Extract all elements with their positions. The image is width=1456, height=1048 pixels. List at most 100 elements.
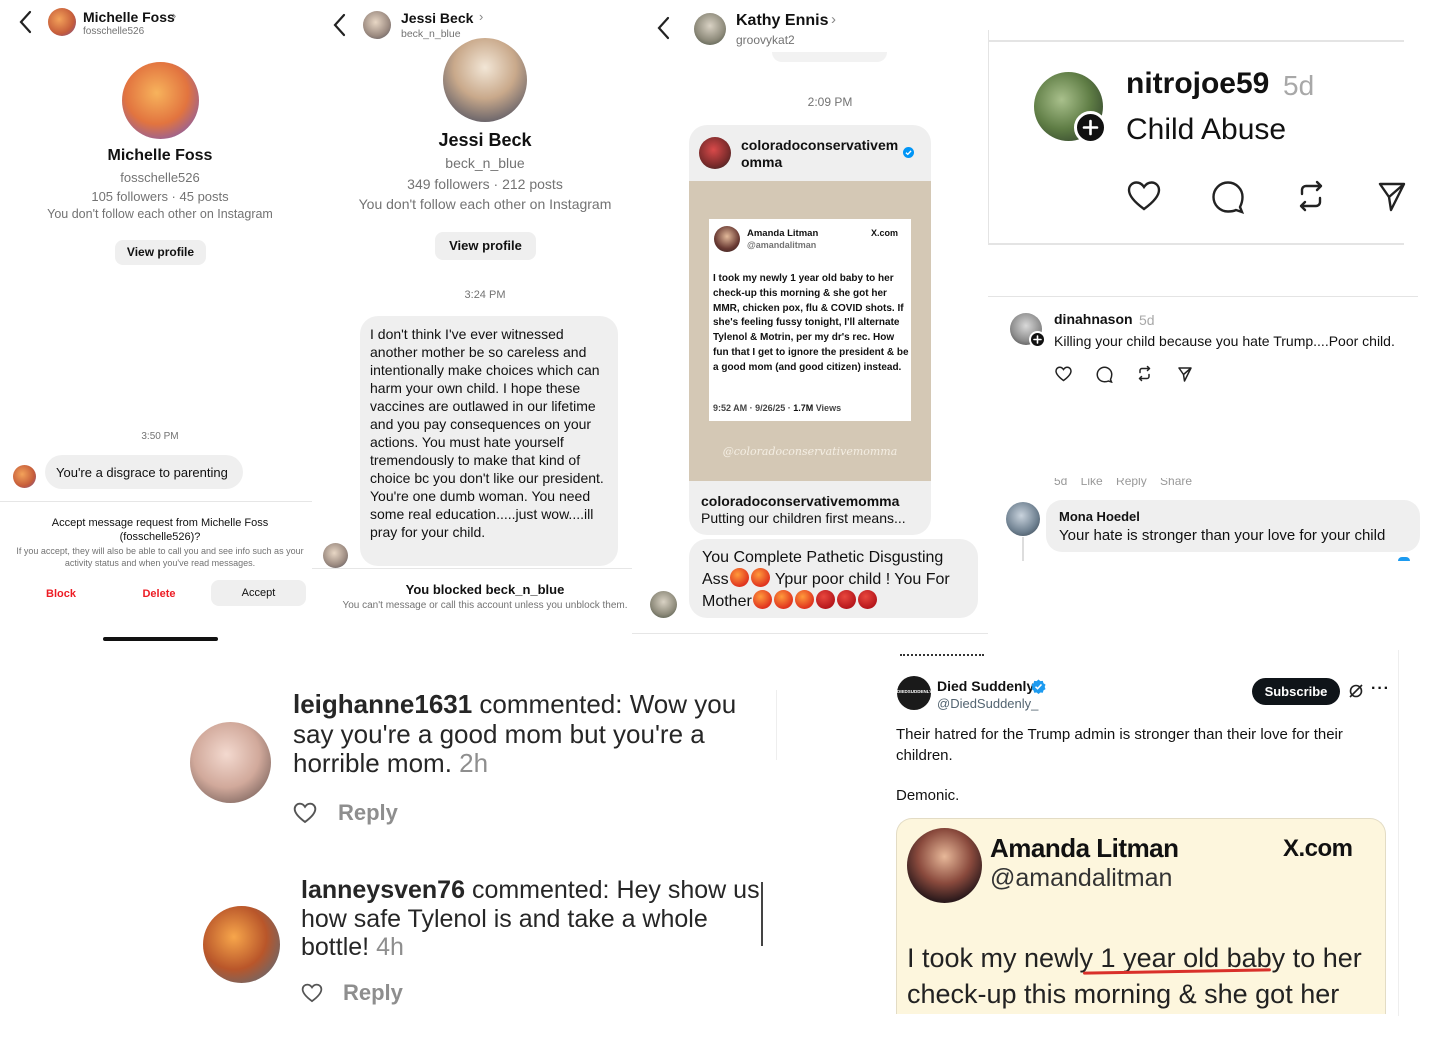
post-footer-caption: Putting our children first means... [701, 510, 906, 526]
message-time: 3:50 PM [141, 431, 179, 442]
back-chevron-icon[interactable] [18, 10, 32, 38]
comment-icon[interactable] [1211, 180, 1245, 214]
share-account-name: coloradoconservativemomma [741, 137, 899, 170]
previous-message-edge [772, 52, 887, 62]
reply-text: Killing your child because you hate Trum… [1054, 333, 1395, 349]
angry-emoji-icon [729, 568, 749, 587]
comment-icon[interactable] [1096, 366, 1113, 383]
verified-badge-icon [903, 147, 914, 158]
heart-icon[interactable] [1127, 180, 1161, 212]
devil-emoji-icon [857, 590, 877, 609]
bottom-border [988, 243, 1404, 245]
post-text: Their hatred for the Trump admin is stro… [896, 726, 1343, 764]
comment-text: leighanne1631 commented: Wow you say you… [293, 689, 763, 779]
subscribe-button[interactable]: Subscribe [1252, 678, 1340, 705]
share-icon[interactable] [1378, 180, 1406, 212]
divider [0, 501, 312, 502]
x-post-panel: DIEDSUDDENLY.COM Died Suddenly @DiedSudd… [880, 650, 1456, 1048]
message-time: 2:09 PM [807, 95, 853, 109]
reply-button[interactable]: Reply [343, 980, 403, 1006]
left-border [988, 30, 989, 244]
comment-time: 4h [376, 933, 404, 961]
mona-comment-bubble [1046, 500, 1420, 552]
heart-icon[interactable] [293, 802, 317, 824]
reply-text: You Complete Pathetic Disgusting Ass Ypu… [702, 548, 972, 612]
reply-username[interactable]: dinahnason [1054, 311, 1133, 327]
grok-icon[interactable] [1348, 683, 1364, 699]
comment-text: lanneysven76 commented: Hey show us how … [301, 876, 761, 962]
follow-note: You don't follow each other on Instagram [358, 196, 612, 212]
sender-avatar [650, 591, 677, 618]
account-name[interactable]: Died Suddenly [937, 678, 1034, 694]
mona-avatar[interactable] [1006, 502, 1040, 536]
more-icon[interactable]: ··· [1371, 680, 1390, 698]
header-name-chevron-icon: › [479, 9, 484, 24]
tweet-screenshot: Amanda Litman @amandalitman X.com I took… [709, 219, 911, 421]
delete-button[interactable]: Delete [120, 588, 198, 600]
embed-handle: @amandalitman [990, 864, 1173, 892]
post-age: 5d [1283, 70, 1315, 101]
sender-avatar [323, 543, 348, 568]
follow-note: You don't follow each other on Instagram [47, 207, 273, 221]
threads-panel: nitrojoe59 5d Child Abuse dinahnason 5d … [988, 0, 1456, 650]
view-profile-button[interactable]: View profile [435, 232, 536, 260]
header-name[interactable]: Kathy Ennis [736, 12, 828, 30]
block-button[interactable]: Block [22, 588, 100, 600]
profile-name: Michelle Foss [107, 147, 213, 164]
back-chevron-icon[interactable] [656, 16, 670, 44]
repost-icon[interactable] [1294, 179, 1328, 213]
heart-icon[interactable] [301, 983, 323, 1003]
post-footer-account: coloradoconservativemomma [701, 493, 900, 509]
dm-panel-jessi: Jessi Beck › beck_n_blue Jessi Beck beck… [312, 0, 632, 650]
dm-panel-kathy: Kathy Ennis › groovykat2 2:09 PM colorad… [632, 0, 988, 636]
reaction-edge [1398, 557, 1410, 561]
heart-icon[interactable] [1055, 366, 1072, 382]
header-name[interactable]: Michelle Foss [83, 9, 175, 25]
follow-plus-icon[interactable] [1029, 331, 1046, 348]
embed-author: Amanda Litman [990, 833, 1179, 863]
tweet-text: I took my newly 1 year old baby to her c… [713, 273, 909, 373]
embed-avatar [907, 828, 982, 903]
profile-avatar [122, 62, 199, 139]
header-avatar[interactable] [694, 13, 726, 45]
tweet-views-label: Views [813, 403, 842, 413]
request-info: If you accept, they will also be able to… [16, 546, 304, 568]
profile-username: beck_n_blue [445, 155, 525, 171]
mona-name[interactable]: Mona Hoedel [1059, 509, 1140, 524]
accept-button[interactable]: Accept [211, 580, 306, 606]
comments-panel: leighanne1631 commented: Wow you say you… [0, 650, 880, 1048]
edge-line [776, 690, 777, 760]
angry-emoji-icon [752, 590, 772, 609]
poster-username[interactable]: nitrojoe59 [1126, 67, 1269, 101]
commenter-avatar[interactable] [203, 906, 280, 983]
devil-emoji-icon [815, 590, 835, 609]
view-profile-button[interactable]: View profile [115, 240, 206, 265]
account-handle: @DiedSuddenly_ [937, 696, 1039, 711]
follow-plus-icon[interactable] [1074, 111, 1107, 144]
message-text: I don't think I've ever witnessed anothe… [370, 326, 604, 540]
top-border [988, 40, 1404, 42]
shared-post-card[interactable]: coloradoconservativemomma Amanda Litman … [689, 125, 931, 535]
back-chevron-icon[interactable] [332, 13, 346, 41]
header-name[interactable]: Jessi Beck [401, 10, 473, 26]
repost-icon[interactable] [1136, 365, 1153, 382]
comment-username[interactable]: leighanne1631 [293, 689, 472, 719]
reply-button[interactable]: Reply [338, 800, 398, 826]
header-username: fosschelle526 [83, 26, 145, 37]
angry-emoji-icon [750, 568, 770, 587]
post-image: Amanda Litman @amandalitman X.com I took… [689, 181, 931, 481]
divider [312, 568, 632, 569]
header-avatar[interactable] [363, 11, 391, 39]
tweet-views: 1.7M [793, 403, 814, 413]
profile-username: fosschelle526 [120, 170, 200, 185]
header-avatar[interactable] [48, 8, 76, 36]
tweet-meta-time: 9:52 AM · 9/26/25 · [713, 403, 794, 413]
tweet-logo: X.com [871, 228, 899, 238]
share-icon[interactable] [1178, 366, 1192, 382]
comment-username[interactable]: lanneysven76 [301, 876, 465, 904]
account-avatar[interactable]: DIEDSUDDENLY.COM [897, 676, 931, 710]
profile-stats: 105 followers · 45 posts [91, 189, 229, 204]
profile-stats: 349 followers · 212 posts [407, 176, 563, 192]
post-text-line2: Demonic. [896, 787, 960, 804]
commenter-avatar[interactable] [190, 722, 271, 803]
